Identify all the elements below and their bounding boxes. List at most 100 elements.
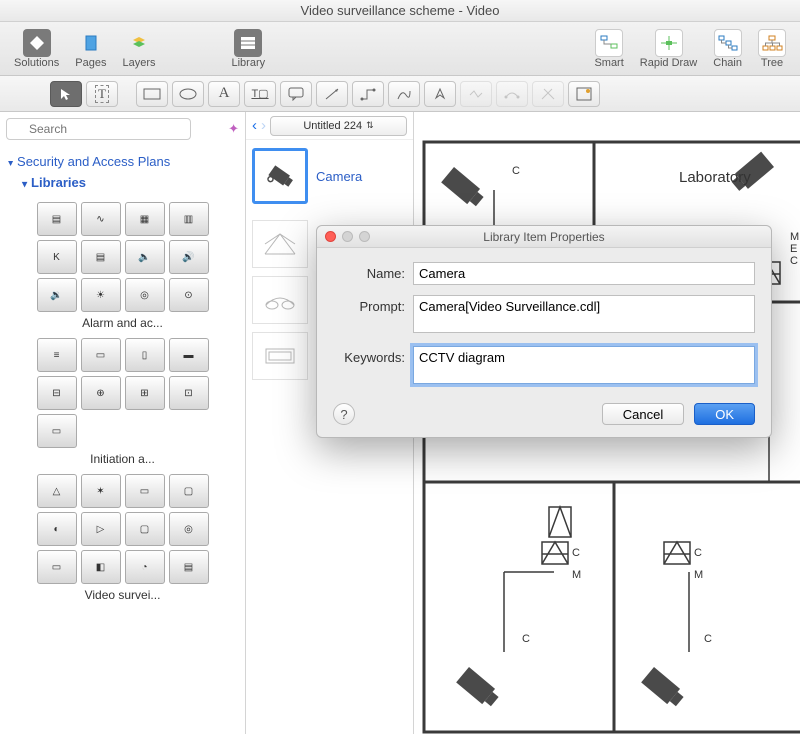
nav-forward[interactable]: › [261, 117, 266, 134]
svg-text:C: C [512, 165, 520, 177]
name-field[interactable] [413, 262, 755, 285]
stencil-item[interactable]: ◎ [169, 512, 209, 546]
stencil-group-alarm[interactable]: ▤ ∿ ▦ ▥ K ▤ 🔈 🔊 🔉 ☀ ◎ ⊙ Alarm and ac... [8, 196, 237, 332]
rectangle-tool[interactable] [136, 81, 168, 107]
smart-button[interactable]: Smart [586, 27, 631, 71]
prompt-field[interactable] [413, 295, 755, 333]
rapid-draw-icon [655, 29, 683, 57]
line-tool[interactable] [316, 81, 348, 107]
library-icon [234, 29, 262, 57]
svg-text:C: C [522, 633, 530, 645]
stencil-item[interactable]: ▤ [81, 240, 121, 274]
library-item[interactable] [252, 332, 308, 380]
nav-back[interactable]: ‹ [252, 117, 257, 134]
pages-button[interactable]: Pages [67, 27, 114, 71]
bezier-tool[interactable] [496, 81, 528, 107]
help-button[interactable]: ? [333, 403, 355, 425]
stencil-item[interactable]: △ [37, 474, 77, 508]
rapid-draw-button[interactable]: Rapid Draw [632, 27, 705, 71]
stencil-item[interactable]: ▢ [169, 474, 209, 508]
svg-text:E: E [790, 243, 797, 255]
stencil-item[interactable]: ▷ [81, 512, 121, 546]
stencil-item[interactable]: ◎ [125, 278, 165, 312]
library-item[interactable] [252, 276, 308, 324]
stencil-item[interactable]: ≡ [37, 338, 77, 372]
stencil-item[interactable]: ▦ [125, 202, 165, 236]
stencil-group-video[interactable]: △ ✶ ▭ ▢ ◐ ▷ ▢ ◎ ▭ ◧ ◔ ▤ Video survei... [8, 468, 237, 604]
stencil-item[interactable]: ▥ [169, 202, 209, 236]
stencil-item[interactable]: K [37, 240, 77, 274]
stencil-item[interactable]: ⊞ [125, 376, 165, 410]
pointer-tool[interactable] [50, 81, 82, 107]
library-item-thumb [252, 148, 308, 204]
library-item[interactable] [252, 220, 308, 268]
stencil-item[interactable]: 🔈 [125, 240, 165, 274]
dialog-title: Library Item Properties [317, 230, 771, 244]
stencil-item[interactable]: ▭ [37, 414, 77, 448]
toolbar-right-group: Smart Rapid Draw Chain Tree [586, 27, 794, 71]
room-label: Laboratory [679, 169, 751, 186]
library-button[interactable]: Library [224, 27, 274, 71]
pages-icon [77, 29, 105, 57]
search-row: 🔍 ✦ [0, 112, 245, 146]
tree-button[interactable]: Tree [750, 27, 794, 71]
prompt-label: Prompt: [333, 295, 413, 314]
stencil-item[interactable]: ▤ [37, 202, 77, 236]
wand-icon[interactable]: ✦ [228, 121, 239, 137]
text-shape-tool[interactable]: A [208, 81, 240, 107]
updown-icon: ⇅ [366, 120, 374, 131]
text-tool[interactable]: T [86, 81, 118, 107]
connector-tool[interactable] [352, 81, 384, 107]
stencil-item[interactable]: ▤ [169, 550, 209, 584]
svg-text:M: M [572, 569, 581, 581]
solutions-button[interactable]: Solutions [6, 27, 67, 71]
stencil-item[interactable]: ◧ [81, 550, 121, 584]
window-title: Video surveillance scheme - Video [301, 3, 500, 18]
sidebar-section-security[interactable]: Security and Access Plans [8, 150, 237, 173]
callout-tool[interactable] [280, 81, 312, 107]
stencil-item[interactable]: ◔ [125, 550, 165, 584]
search-input[interactable] [6, 118, 191, 140]
stencil-group-label: Initiation a... [8, 452, 237, 466]
ok-button[interactable]: OK [694, 403, 755, 425]
stencil-item[interactable]: ▢ [125, 512, 165, 546]
toolbar-mid-group: Library [224, 27, 274, 71]
stencil-item[interactable]: ⊕ [81, 376, 121, 410]
sidebar-sub-libraries[interactable]: Libraries [8, 173, 237, 196]
layers-button[interactable]: Layers [114, 27, 163, 71]
window-titlebar: Video surveillance scheme - Video [0, 0, 800, 22]
edit-points-tool[interactable] [532, 81, 564, 107]
chain-button[interactable]: Chain [705, 27, 750, 71]
freeform-tool[interactable] [460, 81, 492, 107]
stencil-item[interactable]: ▭ [37, 550, 77, 584]
keywords-field[interactable] [413, 346, 755, 384]
stencil-item[interactable]: 🔉 [37, 278, 77, 312]
solutions-icon [23, 29, 51, 57]
library-item-camera[interactable]: Camera [246, 140, 413, 212]
crop-tool[interactable] [568, 81, 600, 107]
doc-selector[interactable]: Untitled 224 ⇅ [270, 116, 407, 136]
text-box-tool[interactable]: T▢ [244, 81, 276, 107]
stencil-item[interactable]: ⊡ [169, 376, 209, 410]
svg-text:C: C [572, 547, 580, 559]
stencil-item[interactable]: ◐ [37, 512, 77, 546]
stencil-item[interactable]: ▭ [125, 474, 165, 508]
stencil-item[interactable]: ⊟ [37, 376, 77, 410]
properties-dialog: Library Item Properties Name: Prompt: Ke… [316, 225, 772, 438]
stencil-item[interactable]: ✶ [81, 474, 121, 508]
pen-tool[interactable] [424, 81, 456, 107]
ellipse-tool[interactable] [172, 81, 204, 107]
stencil-item[interactable]: ∿ [81, 202, 121, 236]
cancel-button[interactable]: Cancel [602, 403, 684, 425]
stencil-item[interactable]: ☀ [81, 278, 121, 312]
name-label: Name: [333, 262, 413, 281]
stencil-item[interactable]: ▭ [81, 338, 121, 372]
stencil-group-label: Video survei... [8, 588, 237, 602]
spline-tool[interactable] [388, 81, 420, 107]
stencil-item[interactable]: ⊙ [169, 278, 209, 312]
keywords-label: Keywords: [333, 346, 413, 365]
stencil-item[interactable]: ▯ [125, 338, 165, 372]
stencil-item[interactable]: 🔊 [169, 240, 209, 274]
stencil-group-initiation[interactable]: ≡ ▭ ▯ ▬ ⊟ ⊕ ⊞ ⊡ ▭ Initiation a... [8, 332, 237, 468]
stencil-item[interactable]: ▬ [169, 338, 209, 372]
